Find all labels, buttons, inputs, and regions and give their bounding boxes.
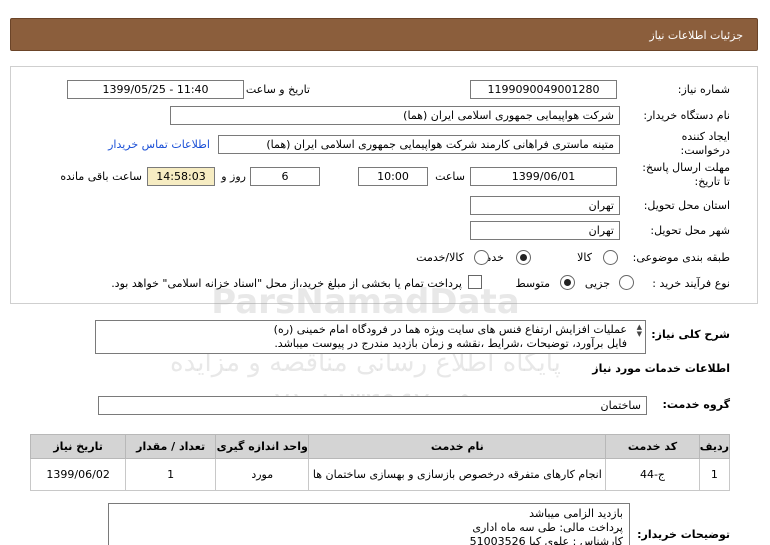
category-radio-goods-service[interactable] — [474, 250, 489, 265]
treasury-payment-checkbox[interactable] — [468, 275, 482, 289]
description-box[interactable]: عملیات افزایش ارتفاع فنس های سایت ویژه ه… — [95, 320, 646, 354]
deadline-time-field[interactable]: 10:00 — [358, 167, 428, 186]
notes-line1: بازدید الزامی میباشد — [529, 507, 623, 520]
requester-field[interactable]: متینه ماستری فراهانی کارمند شرکت هواپیما… — [218, 135, 620, 154]
buyer-org-field[interactable]: شرکت هواپیمایی جمهوری اسلامی ایران (هما) — [170, 106, 620, 125]
category-option-goods-service: کالا/خدمت — [416, 251, 464, 264]
scroll-arrows-icon[interactable]: ▲ ▼ — [637, 324, 642, 338]
cell-code: ج-44 — [605, 458, 700, 491]
days-remaining-field[interactable]: 6 — [250, 167, 320, 186]
requester-label-line2: درخواست: — [680, 144, 730, 157]
page-title: جزئیات اطلاعات نیاز — [649, 29, 743, 42]
notes-line3: کارشناس : علوی کیا 51003526 — [469, 535, 623, 545]
need-number-label: شماره نیاز: — [677, 83, 730, 96]
description-line1: عملیات افزایش ارتفاع فنس های سایت ویژه ه… — [273, 323, 627, 336]
process-option-medium: متوسط — [515, 277, 550, 290]
description-label: شرح کلی نیاز: — [651, 328, 730, 341]
category-radio-goods[interactable] — [603, 250, 618, 265]
process-radio-minor[interactable] — [619, 275, 634, 290]
process-label: نوع فرآیند خرید : — [652, 277, 730, 290]
buyer-org-label: نام دستگاه خریدار: — [643, 109, 730, 122]
services-section-title: اطلاعات خدمات مورد نیاز — [592, 362, 730, 375]
col-unit: واحد اندازه گیری — [214, 434, 310, 459]
cell-row: 1 — [698, 458, 731, 491]
page-title-bar: جزئیات اطلاعات نیاز — [10, 18, 758, 51]
cell-name: انجام کارهای متفرقه درخصوص بازسازی و بهس… — [308, 458, 607, 491]
need-number-field[interactable]: 1199090049001280 — [470, 80, 617, 99]
deadline-date-field[interactable]: 1399/06/01 — [470, 167, 617, 186]
col-name: نام خدمت — [308, 434, 607, 459]
deadline-label-line2: تا تاریخ: — [694, 175, 730, 188]
announce-date-field[interactable]: 1399/05/25 - 11:40 — [67, 80, 244, 99]
buyer-notes-label: توضیحات خریدار: — [637, 528, 730, 541]
cell-date: 1399/06/02 — [29, 458, 127, 491]
days-label: روز و — [221, 170, 246, 183]
services-table-header: ردیف کد خدمت نام خدمت واحد اندازه گیری ت… — [29, 434, 731, 459]
service-group-field[interactable]: ساختمان — [98, 396, 647, 415]
col-code: کد خدمت — [605, 434, 700, 459]
remaining-time-label: ساعت باقی مانده — [60, 170, 142, 183]
city-label: شهر محل تحویل: — [650, 224, 730, 237]
city-field[interactable]: تهران — [470, 221, 620, 240]
category-radio-service[interactable] — [516, 250, 531, 265]
process-radio-medium[interactable] — [560, 275, 575, 290]
remaining-time-field: 14:58:03 — [147, 167, 215, 186]
notes-line2: پرداخت مالی: طی سه ماه اداری — [472, 521, 623, 534]
province-label: استان محل تحویل: — [643, 199, 730, 212]
cell-qty: 1 — [125, 458, 216, 491]
services-table: ردیف کد خدمت نام خدمت واحد اندازه گیری ت… — [29, 434, 731, 491]
process-option-minor: جزیی — [584, 277, 610, 290]
buyer-notes-box[interactable]: بازدید الزامی میباشد پرداخت مالی: طی سه … — [108, 503, 630, 545]
province-field[interactable]: تهران — [470, 196, 620, 215]
col-row: ردیف — [698, 434, 731, 459]
description-line2: فایل برآورد، توضیحات ،شرایط ،نقشه و زمان… — [274, 337, 627, 350]
buyer-contact-link[interactable]: اطلاعات تماس خریدار — [108, 137, 210, 153]
col-date: تاریخ نیاز — [29, 434, 127, 459]
col-qty: تعداد / مقدار — [125, 434, 216, 459]
category-option-goods: کالا — [577, 251, 592, 264]
category-label: طبقه بندی موضوعی: — [632, 251, 730, 264]
cell-unit: مورد — [214, 458, 310, 491]
table-row[interactable]: 1 ج-44 انجام کارهای متفرقه درخصوص بازساز… — [29, 458, 731, 491]
service-group-label: گروه خدمت: — [662, 398, 730, 411]
treasury-payment-note: پرداخت تمام یا بخشی از مبلغ خرید،از محل … — [111, 277, 462, 290]
deadline-time-label: ساعت — [435, 170, 465, 183]
